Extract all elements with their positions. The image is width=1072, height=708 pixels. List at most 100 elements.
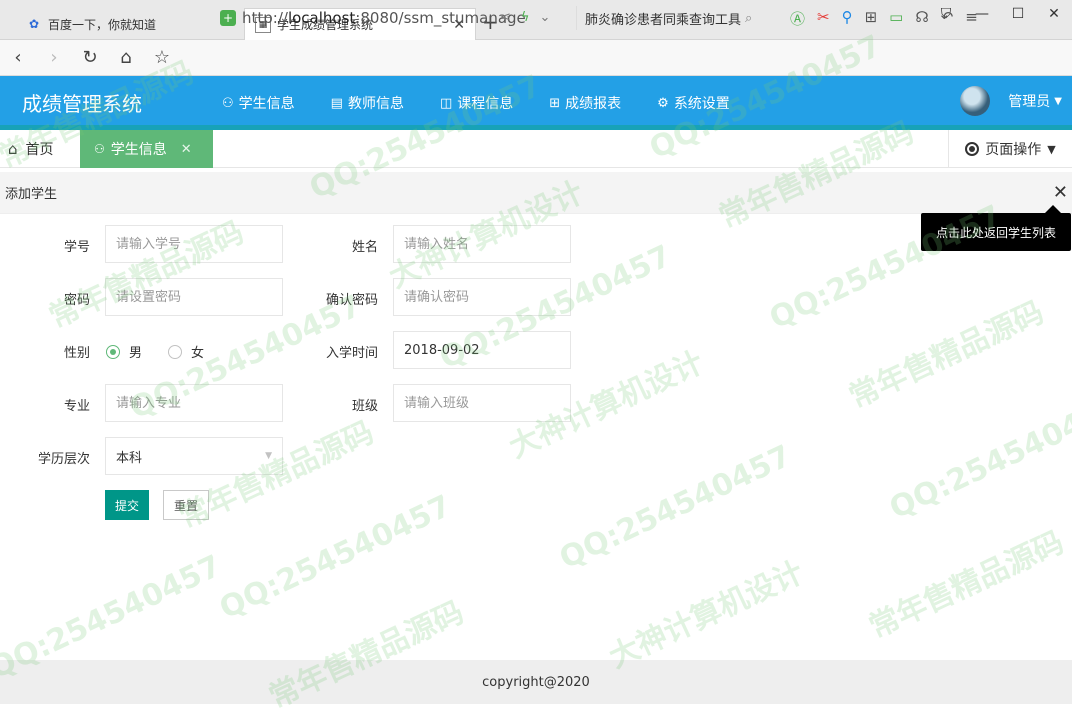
browser-tab-title: 百度一下，你就知道 (48, 17, 157, 32)
watermark: 常年售精品源码 (863, 524, 1070, 646)
url-host: localhost (287, 9, 356, 27)
student-no-input[interactable] (105, 225, 283, 263)
nav-item-reports[interactable]: ⊞ 成绩报表 (531, 76, 639, 130)
caret-down-icon: ▼ (265, 451, 272, 461)
forward-icon[interactable]: › (36, 47, 72, 68)
users-icon: ⚇ (94, 142, 105, 156)
password-input[interactable] (105, 278, 283, 316)
undo-icon[interactable]: ↶ (941, 8, 954, 29)
watermark: 常年售精品源码 (843, 294, 1050, 416)
page-operations-menu[interactable]: 页面操作 ▼ (948, 130, 1072, 168)
education-value: 本科 (116, 450, 143, 466)
radio-checked-icon (106, 344, 120, 359)
address-bar-icons: ⋖ ϟ ⌄ (500, 10, 550, 25)
enroll-date-input[interactable] (393, 331, 571, 369)
submit-button[interactable]: 提交 (105, 490, 149, 520)
nav-item-courses[interactable]: ◫ 课程信息 (422, 76, 531, 130)
home-icon: ⌂ (8, 140, 18, 158)
lightning-icon[interactable]: ϟ (521, 10, 530, 25)
radio-unchecked-icon (168, 344, 182, 359)
share-icon[interactable]: ⋖ (500, 10, 511, 25)
watermark: QQ:254540457 (554, 438, 797, 577)
tab-home[interactable]: ⌂ 首页 (0, 130, 80, 168)
reset-button[interactable]: 重置 (163, 490, 209, 520)
url-scheme: http:// (242, 9, 288, 27)
panel-title: 添加学生 (5, 187, 58, 202)
baidu-paw-icon: ✿ (28, 17, 40, 31)
gear-icon: ⚙ (657, 95, 669, 111)
close-tooltip: 点击此处返回学生列表 (921, 205, 1071, 251)
translate-icon[interactable]: Ⓐ (790, 8, 805, 29)
footer: copyright@2020 (0, 660, 1072, 704)
back-icon[interactable]: ‹ (0, 47, 36, 68)
search-icon[interactable]: ⌕ (745, 11, 752, 26)
radio-label: 男 (129, 346, 143, 361)
close-window-icon[interactable]: ✕ (1036, 6, 1072, 22)
reload-icon[interactable]: ↻ (72, 47, 108, 68)
nav-item-label: 课程信息 (457, 96, 514, 112)
student-no-label: 学号 (63, 240, 90, 255)
password-label: 密码 (63, 293, 90, 308)
book-icon: ◫ (439, 95, 453, 111)
education-select[interactable]: 本科 ▼ (105, 437, 283, 475)
gender-radio-male[interactable]: 男 (106, 342, 142, 361)
main-nav: ⚇ 学生信息 ▤ 教师信息 ◫ 课程信息 ⊞ 成绩报表 ⚙ 系统设置 (204, 76, 748, 130)
nav-item-label: 教师信息 (347, 96, 404, 112)
copyright-text: copyright@2020 (482, 674, 590, 690)
user-menu[interactable]: 管理员 ▼ (960, 86, 1062, 116)
app-title: 成绩管理系统 (22, 92, 142, 116)
nav-item-label: 系统设置 (673, 96, 730, 112)
education-label: 学历层次 (37, 452, 90, 467)
menu-icon[interactable]: ≡ (965, 8, 978, 29)
browser-tab-baidu[interactable]: ✿ 百度一下，你就知道 (16, 8, 242, 40)
target-icon (965, 142, 980, 156)
avatar (960, 86, 991, 116)
tab-label: 首页 (25, 142, 54, 158)
close-icon[interactable]: ✕ (1053, 182, 1068, 203)
name-label: 姓名 (351, 240, 378, 255)
search-input[interactable]: 肺炎确诊患者同乘查询工具 ⌕ (576, 6, 772, 30)
caret-down-icon: ▼ (1054, 95, 1062, 107)
gender-label: 性别 (63, 346, 90, 361)
maximize-icon[interactable]: ☐ (1000, 6, 1036, 22)
caret-down-icon: ▼ (1047, 142, 1056, 156)
home-icon[interactable]: ⌂ (108, 47, 144, 68)
users-icon: ⚇ (222, 95, 234, 111)
tab-student-info[interactable]: ⚇ 学生信息 ✕ (80, 130, 213, 168)
panel-header: 添加学生 (0, 172, 1072, 214)
chevron-down-icon[interactable]: ⌄ (539, 10, 550, 25)
class-input[interactable] (393, 384, 571, 422)
major-input[interactable] (105, 384, 283, 422)
scissors-icon[interactable]: ✂ (817, 8, 830, 29)
magnifier-icon[interactable]: ⚲ (842, 8, 853, 29)
nav-item-settings[interactable]: ⚙ 系统设置 (639, 76, 748, 130)
radio-label: 女 (191, 346, 205, 361)
watermark: QQ:254540457 (214, 488, 457, 627)
extension-icons: Ⓐ ✂ ⚲ ⊞ ▭ ☊ ↶ ≡ (790, 8, 978, 29)
shield-icon: + (220, 10, 236, 26)
confirm-password-label: 确认密码 (325, 293, 378, 308)
grid-icon[interactable]: ⊞ (865, 8, 878, 29)
class-label: 班级 (351, 399, 378, 414)
nav-item-label: 学生信息 (238, 96, 295, 112)
nav-item-students[interactable]: ⚇ 学生信息 (204, 76, 313, 130)
star-icon[interactable]: ☆ (144, 47, 180, 68)
browser-toolbar: ‹ › ↻ ⌂ ☆ (0, 40, 1072, 76)
name-input[interactable] (393, 225, 571, 263)
nav-item-teachers[interactable]: ▤ 教师信息 (313, 76, 422, 130)
watermark: QQ:254540457 (884, 388, 1072, 527)
close-icon[interactable]: ✕ (181, 142, 192, 157)
nav-item-label: 成绩报表 (565, 96, 622, 112)
major-label: 专业 (63, 399, 90, 414)
tab-label: 学生信息 (110, 142, 167, 158)
table-icon: ⊞ (549, 95, 561, 111)
page-tabs: ⌂ 首页 ⚇ 学生信息 ✕ 页面操作 ▼ (0, 130, 1072, 168)
gender-radio-female[interactable]: 女 (168, 342, 204, 361)
headphones-icon[interactable]: ☊ (915, 8, 928, 29)
battery-icon[interactable]: ▭ (889, 8, 903, 29)
search-text: 肺炎确诊患者同乘查询工具 (585, 12, 742, 28)
page-ops-label: 页面操作 (985, 142, 1042, 158)
user-name: 管理员 (1008, 94, 1051, 110)
confirm-password-input[interactable] (393, 278, 571, 316)
document-icon: ▤ (330, 95, 343, 111)
